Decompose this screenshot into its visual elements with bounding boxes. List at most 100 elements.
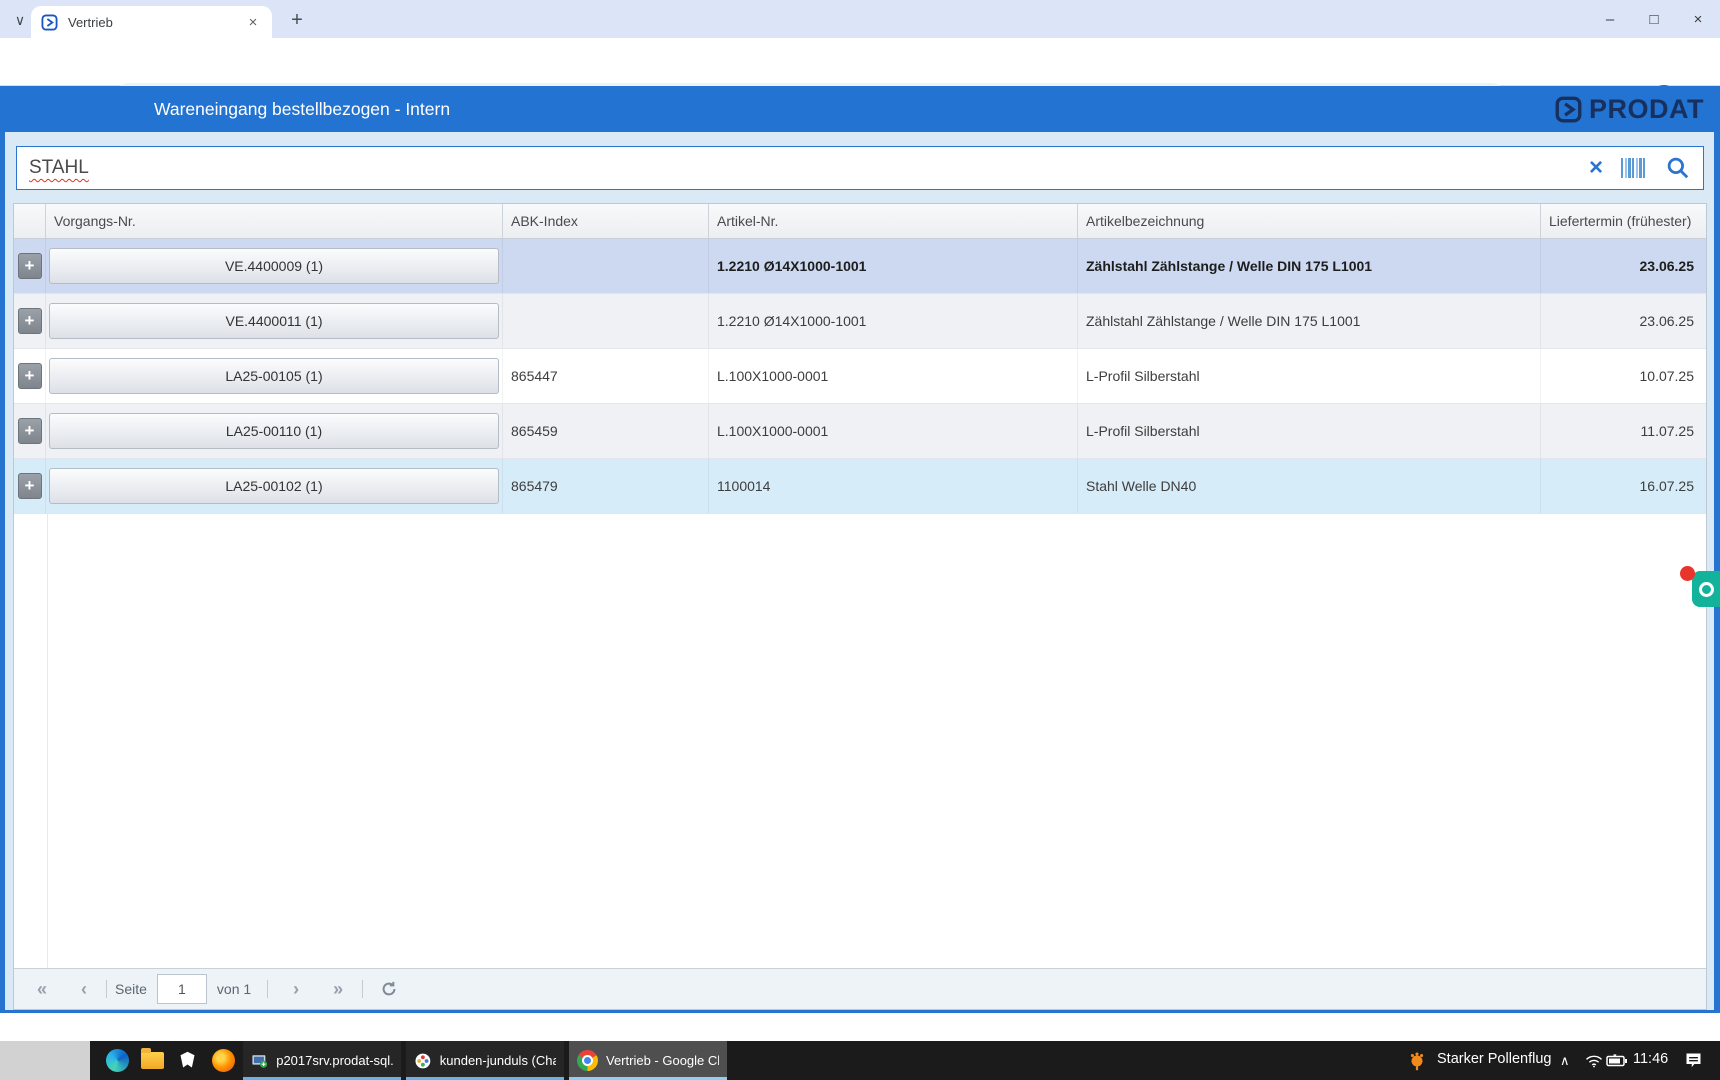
taskbar-window-chat[interactable]: kunden-junduls (Cha... <box>406 1041 564 1080</box>
cell-bezeichnung: L-Profil Silberstahl <box>1078 349 1541 403</box>
support-widget-button[interactable] <box>1692 571 1720 607</box>
close-window-button[interactable]: × <box>1676 0 1720 38</box>
vorgang-button[interactable]: LA25-00110 (1) <box>49 413 499 449</box>
screen: ∨ Vertrieb × + – □ × ← → vertrieb.m.prod… <box>0 0 1720 1080</box>
cell-abk: 865447 <box>503 349 709 403</box>
weather-status-text[interactable]: Starker Pollenflug <box>1437 1051 1551 1067</box>
chat-app-icon <box>414 1051 432 1071</box>
column-header-expand <box>14 204 46 238</box>
cell-termin: 23.06.25 <box>1541 294 1706 348</box>
table-row[interactable]: + LA25-00105 (1) 865447 L.100X1000-0001 … <box>14 349 1706 404</box>
cell-artikel: L.100X1000-0001 <box>709 404 1078 458</box>
paging-separator <box>362 980 363 998</box>
cell-termin: 11.07.25 <box>1541 404 1706 458</box>
next-page-button[interactable]: › <box>282 979 310 1000</box>
expand-row-button[interactable]: + <box>18 308 42 334</box>
taskbar-left-area <box>0 1041 90 1080</box>
last-page-button[interactable]: » <box>324 979 352 1000</box>
grid-header: Vorgangs-Nr. ABK-Index Artikel-Nr. Artik… <box>14 204 1706 239</box>
firefox-icon[interactable] <box>211 1048 236 1073</box>
paging-separator <box>267 980 268 998</box>
paging-separator <box>106 980 107 998</box>
cell-bezeichnung: Zählstahl Zählstange / Welle DIN 175 L10… <box>1078 239 1541 293</box>
vorgang-button[interactable]: VE.4400011 (1) <box>49 303 499 339</box>
table-row[interactable]: + VE.4400009 (1) 1.2210 Ø14X1000-1001 Zä… <box>14 239 1706 294</box>
von-label: von 1 <box>217 981 251 997</box>
first-page-button[interactable]: « <box>28 979 56 1000</box>
brand-text: PRODAT <box>1589 94 1704 125</box>
vorgang-button[interactable]: VE.4400009 (1) <box>49 248 499 284</box>
support-icon <box>1699 582 1714 597</box>
chrome-icon <box>577 1050 598 1071</box>
tray-chevron-icon[interactable]: ∧ <box>1560 1053 1570 1069</box>
battery-icon[interactable] <box>1604 1048 1629 1073</box>
column-header-vorgang[interactable]: Vorgangs-Nr. <box>46 204 503 238</box>
page-title: Wareneingang bestellbezogen - Intern <box>154 86 450 132</box>
cell-termin: 23.06.25 <box>1541 239 1706 293</box>
results-grid: Vorgangs-Nr. ABK-Index Artikel-Nr. Artik… <box>13 203 1707 1010</box>
search-input[interactable]: STAHL × <box>16 146 1704 190</box>
column-header-artikel[interactable]: Artikel-Nr. <box>709 204 1078 238</box>
barcode-glyph <box>1621 158 1647 178</box>
expand-row-button[interactable]: + <box>18 473 42 499</box>
taskbar-window-rdp[interactable]: p2017srv.prodat-sql.d... <box>243 1041 401 1080</box>
prodat-favicon-icon <box>41 14 58 31</box>
vorgang-button[interactable]: LA25-00102 (1) <box>49 468 499 504</box>
cell-termin: 16.07.25 <box>1541 459 1706 513</box>
table-row[interactable]: + LA25-00110 (1) 865459 L.100X1000-0001 … <box>14 404 1706 459</box>
cell-artikel: L.100X1000-0001 <box>709 349 1078 403</box>
paging-toolbar: « ‹ Seite von 1 › » <box>14 968 1706 1009</box>
taskbar-window-label: kunden-junduls (Cha... <box>440 1053 556 1068</box>
taskbar-window-label: p2017srv.prodat-sql.d... <box>276 1053 393 1068</box>
search-icon[interactable] <box>1665 155 1691 181</box>
clear-search-icon[interactable]: × <box>1589 156 1603 180</box>
cell-abk: 865459 <box>503 404 709 458</box>
refresh-button[interactable] <box>379 979 399 999</box>
cell-artikel: 1.2210 Ø14X1000-1001 <box>709 239 1078 293</box>
seite-label: Seite <box>115 981 147 997</box>
cell-bezeichnung: Zählstahl Zählstange / Welle DIN 175 L10… <box>1078 294 1541 348</box>
tab-title: Vertrieb <box>68 15 244 30</box>
cell-bezeichnung: Stahl Welle DN40 <box>1078 459 1541 513</box>
notification-center-icon[interactable] <box>1681 1048 1706 1073</box>
column-header-termin[interactable]: Liefertermin (frühester) <box>1541 204 1706 238</box>
expand-row-button[interactable]: + <box>18 253 42 279</box>
table-row[interactable]: + VE.4400011 (1) 1.2210 Ø14X1000-1001 Zä… <box>14 294 1706 349</box>
clock[interactable]: 11:46 <box>1633 1051 1668 1067</box>
rdp-icon <box>251 1051 268 1071</box>
cell-artikel: 1.2210 Ø14X1000-1001 <box>709 294 1078 348</box>
expand-row-button[interactable]: + <box>18 418 42 444</box>
status-bar: STA@PRODAT-VERTRIEB@p2020srv.prodat-sql.… <box>0 1013 1720 1041</box>
taskbar-window-chrome[interactable]: Vertrieb - Google Chr... <box>569 1041 727 1080</box>
file-explorer-icon[interactable] <box>140 1048 165 1073</box>
new-tab-button[interactable]: + <box>284 7 310 33</box>
prev-page-button[interactable]: ‹ <box>70 979 98 1000</box>
browser-tab[interactable]: Vertrieb × <box>31 6 272 38</box>
barcode-icon[interactable] <box>1621 158 1647 178</box>
maximize-button[interactable]: □ <box>1632 0 1676 38</box>
table-row[interactable]: + LA25-00102 (1) 865479 1100014 Stahl We… <box>14 459 1706 514</box>
pollen-icon[interactable] <box>1404 1048 1429 1073</box>
grid-empty-area <box>14 514 1706 968</box>
wolf-app-icon[interactable] <box>175 1048 200 1073</box>
prodat-brand: PRODAT <box>1555 86 1704 132</box>
cell-abk <box>503 294 709 348</box>
prodat-logo-icon <box>1555 96 1582 123</box>
expand-row-button[interactable]: + <box>18 363 42 389</box>
tab-search-icon[interactable]: ∨ <box>8 8 32 32</box>
wifi-icon[interactable] <box>1581 1048 1606 1073</box>
search-value: STAHL <box>29 157 1571 179</box>
tab-close-icon[interactable]: × <box>244 14 262 31</box>
window-controls: – □ × <box>1588 0 1720 38</box>
cell-artikel: 1100014 <box>709 459 1078 513</box>
edge-icon[interactable] <box>105 1048 130 1073</box>
minimize-button[interactable]: – <box>1588 0 1632 38</box>
browser-toolbar: ← → vertrieb.m.prodat-erp.de:8093 ☆ S S … <box>0 38 1720 86</box>
cell-bezeichnung: L-Profil Silberstahl <box>1078 404 1541 458</box>
page-number-input[interactable] <box>157 974 207 1004</box>
cell-abk: 865479 <box>503 459 709 513</box>
column-header-bezeichnung[interactable]: Artikelbezeichnung <box>1078 204 1541 238</box>
cell-abk <box>503 239 709 293</box>
column-header-abk[interactable]: ABK-Index <box>503 204 709 238</box>
vorgang-button[interactable]: LA25-00105 (1) <box>49 358 499 394</box>
